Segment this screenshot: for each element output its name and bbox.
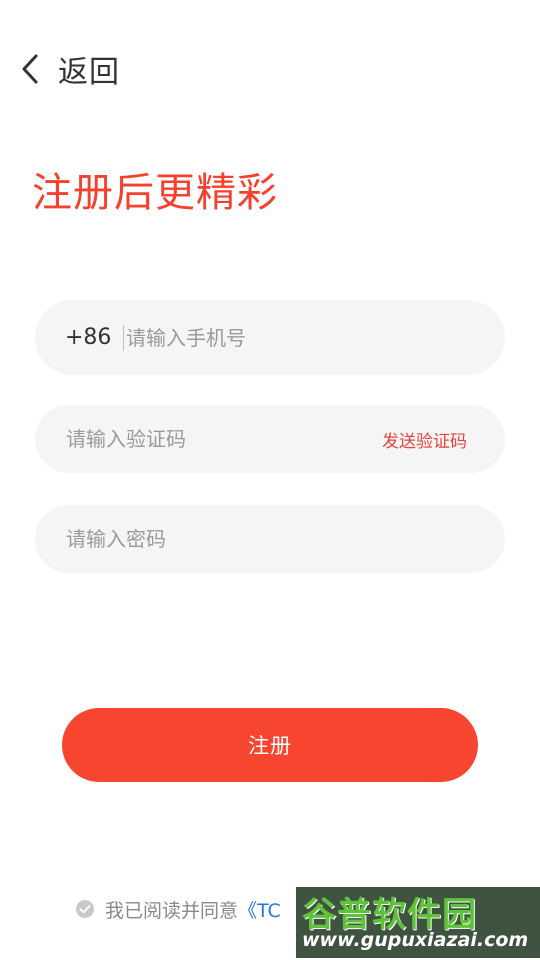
agreement-row: 我已阅读并同意 《TC [76,895,281,923]
text-cursor [123,324,124,351]
password-input[interactable] [66,527,505,551]
agreement-link[interactable]: 《TC [238,896,281,923]
verification-code-field: 发送验证码 [35,405,505,473]
checkbox-icon[interactable] [76,900,94,918]
chevron-left-icon [20,53,40,85]
verification-code-input[interactable] [66,427,382,451]
register-button[interactable]: 注册 [62,708,478,782]
watermark-url: www.gupuxiazai.com [302,929,529,951]
password-field [35,505,505,573]
page-title: 注册后更精彩 [32,170,278,216]
country-code[interactable]: +86 [65,325,123,350]
send-code-button[interactable]: 发送验证码 [382,427,467,452]
phone-field: +86 [35,300,505,375]
back-button[interactable]: 返回 [20,48,120,90]
phone-input[interactable] [126,325,505,350]
watermark: 谷普软件园 www.gupuxiazai.com [296,887,540,958]
back-label: 返回 [58,55,120,90]
agreement-text: 我已阅读并同意 [105,899,239,922]
